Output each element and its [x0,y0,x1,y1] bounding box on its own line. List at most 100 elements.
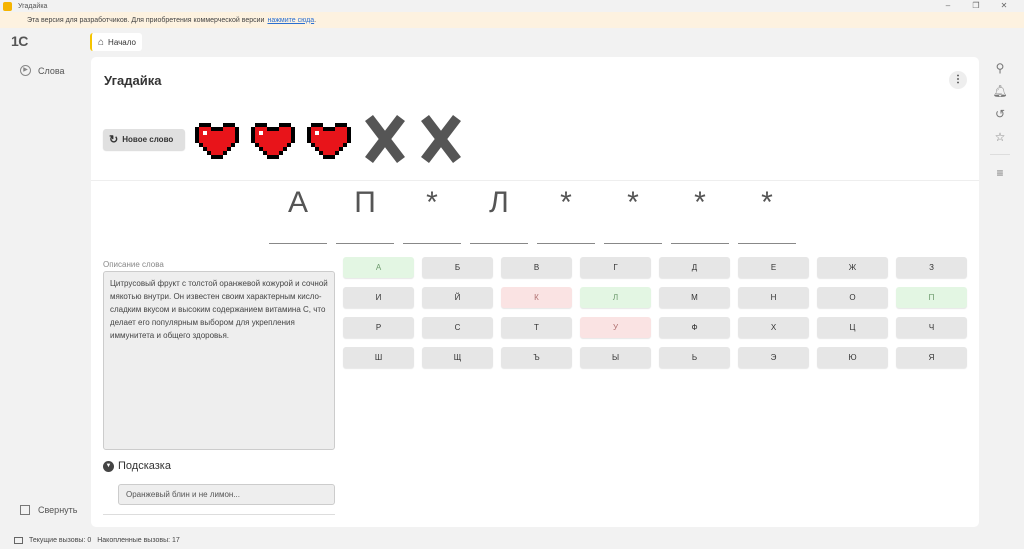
banner-text: Эта версия для разработчиков. Для приобр… [27,16,265,24]
key-button[interactable]: Ш [343,347,414,368]
play-circle-icon: ▶ [20,65,31,76]
key-button[interactable]: Х [738,317,809,338]
maximize-button[interactable]: ❐ [962,0,990,12]
key-button[interactable]: Р [343,317,414,338]
key-button[interactable]: З [896,257,967,278]
letter-underline [738,243,796,244]
heart-icon [195,123,239,159]
tab-home-label: Начало [108,37,136,47]
key-button[interactable]: С [422,317,493,338]
letter: * [426,186,438,219]
sidebar-item-label: Слова [38,65,65,76]
bell-icon[interactable]: 🔔︎ [992,83,1008,99]
new-word-button[interactable]: ↻ Новое слово [103,129,185,150]
key-button[interactable]: О [817,287,888,308]
hint-label: Подсказка [118,460,171,472]
key-button[interactable]: Ч [896,317,967,338]
hint-toggle[interactable]: ▼ Подсказка [103,460,171,472]
chevron-down-icon: ▼ [103,460,114,472]
panel-icon [20,505,30,515]
search-icon[interactable]: ⚲ [992,60,1008,76]
app-icon [3,1,12,11]
letter-underline [269,243,327,244]
key-button[interactable]: Ь [659,347,730,368]
home-icon: ⌂ [98,36,105,48]
divider [103,514,335,515]
sidebar-item-words[interactable]: ▶ Слова [20,65,65,76]
lost-life-x-icon [365,114,405,164]
key-button[interactable]: В [501,257,572,278]
filter-icon[interactable]: ≡ [992,165,1008,181]
letter: Л [489,186,509,219]
letter-underline [336,243,394,244]
key-button[interactable]: Ы [580,347,651,368]
key-button[interactable]: Э [738,347,809,368]
key-button[interactable]: Ъ [501,347,572,368]
letter-underline [470,243,528,244]
key-button[interactable]: И [343,287,414,308]
new-word-label: Новое слово [122,135,174,144]
collapse-label: Свернуть [38,505,78,515]
key-button[interactable]: Я [896,347,967,368]
window-controls: – ❐ ✕ [934,0,1018,12]
key-button[interactable]: Л [580,287,651,308]
collapse-sidebar-button[interactable]: Свернуть [20,505,77,515]
key-button[interactable]: П [896,287,967,308]
key-button[interactable]: М [659,287,730,308]
key-button[interactable]: Ф [659,317,730,338]
lives-indicator [195,114,463,164]
letter: * [761,186,773,219]
accumulated-calls: Накопленные вызовы: 17 [97,536,180,544]
key-button[interactable]: К [501,287,572,308]
letter-underline [604,243,662,244]
hint-field[interactable]: Оранжевый блин и не лимон... [118,484,335,505]
banner-link[interactable]: нажмите сюда [267,17,314,24]
history-icon[interactable]: ↺ [992,106,1008,122]
main-panel: Угадайка ⋮ ↻ Новое слово А П * Л * * * *… [91,57,979,527]
refresh-icon: ↻ [109,134,119,146]
banner-suffix: . [314,16,317,24]
dev-version-banner: Эта версия для разработчиков. Для приобр… [0,12,1024,28]
minimize-button[interactable]: – [934,0,962,12]
logo-1c: 1С [11,33,28,49]
status-bar: Текущие вызовы: 0 Накопленные вызовы: 17 [0,531,1024,549]
star-icon[interactable]: ☆ [992,129,1008,145]
key-button[interactable]: Н [738,287,809,308]
description-field[interactable]: Цитрусовый фрукт с толстой оранжевой кож… [103,271,335,450]
key-button[interactable]: Щ [422,347,493,368]
letter-underline [403,243,461,244]
calls-icon [14,536,23,544]
window-title: Угадайка [18,2,48,10]
letter-underline [537,243,595,244]
more-options-button[interactable]: ⋮ [949,71,967,89]
key-button[interactable]: Б [422,257,493,278]
key-button[interactable]: Г [580,257,651,278]
close-button[interactable]: ✕ [990,0,1018,12]
lost-life-x-icon [421,114,461,164]
key-button[interactable]: У [580,317,651,338]
right-toolbar: ⚲ 🔔︎ ↺ ☆ ≡ [990,60,1010,188]
page-title: Угадайка [104,73,162,88]
letter: П [354,186,376,219]
key-button[interactable]: Ж [817,257,888,278]
title-bar: Угадайка – ❐ ✕ [0,0,1024,12]
key-button[interactable]: Е [738,257,809,278]
letter: А [287,186,308,219]
key-button[interactable]: Д [659,257,730,278]
heart-icon [307,123,351,159]
key-button[interactable]: А [343,257,414,278]
current-calls: Текущие вызовы: 0 [29,536,92,544]
letter: * [560,186,572,219]
key-button[interactable]: Т [501,317,572,338]
toolbar-divider [990,154,1010,155]
heart-icon [251,123,295,159]
key-button[interactable]: Ц [817,317,888,338]
letter: * [694,186,706,219]
divider [91,180,979,181]
description-label: Описание слова [103,260,164,269]
letter: * [627,186,639,219]
key-button[interactable]: Ю [817,347,888,368]
tab-home[interactable]: ⌂ Начало [90,33,142,51]
key-button[interactable]: Й [422,287,493,308]
letter-underline [671,243,729,244]
